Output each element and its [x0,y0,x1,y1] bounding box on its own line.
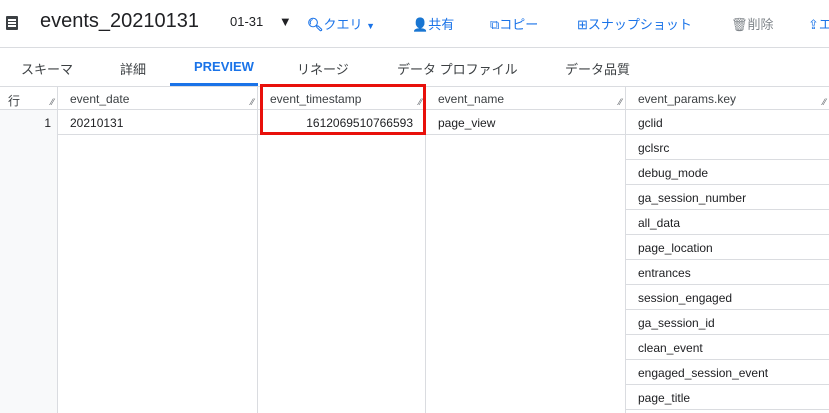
copy-icon: ⧉ [490,17,500,32]
tab-data-quality[interactable]: データ品質 [565,59,630,78]
highlight-box [260,84,426,135]
header-event-name: event_name ⁄⁄ [426,86,625,110]
event-name-column: event_name ⁄⁄ page_view [426,86,626,413]
search-icon: 🔍︎ [307,17,324,32]
cell-event-param-key: clean_event [626,335,829,360]
event-date-column: event_date ⁄⁄ 20210131 [58,86,258,413]
snapshot-button[interactable]: ⊞スナップショット [577,14,692,33]
toolbar: events_20210131 01-31 ▼ 🔍︎クエリ ▼ 👤共有 ⧉コピー… [0,0,829,48]
export-button[interactable]: ⇪エ [808,14,829,33]
copy-button[interactable]: ⧉コピー [490,14,538,33]
cell-event-param-key: gclid [626,110,829,135]
resize-handle-icon[interactable]: ⁄⁄ [619,97,622,107]
copy-label: コピー [499,17,539,32]
export-label: エ [818,17,829,32]
table-title: events_20210131 [40,10,200,32]
share-label: 共有 [428,17,455,32]
query-label: クエリ [323,17,363,32]
cell-event-param-key: session_engaged [626,285,829,310]
tab-schema[interactable]: スキーマ [21,59,73,78]
resize-handle-icon[interactable]: ⁄⁄ [51,97,54,107]
query-button[interactable]: 🔍︎クエリ ▼ [307,14,375,33]
table-icon [6,16,18,30]
date-label: 01-31 [230,14,264,29]
row-number: 1 [44,116,51,130]
cell-event-date: 20210131 [58,110,257,135]
header-label: 行 [8,94,21,108]
cell-event-name: page_view [426,110,625,135]
snapshot-label: スナップショット [587,17,692,32]
event-params-key-column: event_params.key ⁄⁄ gclid gclsrc debug_mode… [626,86,829,413]
resize-handle-icon[interactable]: ⁄⁄ [251,97,254,107]
tab-data-profile[interactable]: データ プロファイル [397,59,518,78]
caret-down-icon: ▼ [366,21,376,31]
tab-details[interactable]: 詳細 [120,59,146,78]
header-label: event_name [438,92,505,106]
trash-icon: 🗑︎ [731,17,748,32]
event-timestamp-column: event_timestamp ⁄⁄ 1612069510766593 [258,86,426,413]
cell-event-param-key: all_data [626,210,829,235]
chevron-down-icon: ▼ [278,14,292,29]
tab-bar: スキーマ 詳細 PREVIEW リネージ データ プロファイル データ品質 [0,48,829,86]
cell-event-param-key: debug_mode [626,160,829,185]
tab-lineage[interactable]: リネージ [297,59,349,78]
snapshot-icon: ⊞ [577,17,588,32]
date-selector[interactable]: 01-31 ▼ [230,14,292,29]
share-button[interactable]: 👤共有 [412,14,454,33]
header-row: 行 ⁄⁄ [0,86,57,110]
resize-handle-icon[interactable]: ⁄⁄ [823,97,826,107]
row-number-column: 行 ⁄⁄ 1 [0,86,58,413]
header-event-date: event_date ⁄⁄ [58,86,257,110]
header-label: event_params.key [638,92,737,106]
cell-event-param-key: gclsrc [626,135,829,160]
cell-event-param-key: page_location [626,235,829,260]
cell-event-param-key: page_title [626,385,829,410]
person-add-icon: 👤 [412,17,429,32]
preview-table: 行 ⁄⁄ 1 event_date ⁄⁄ 20210131 event_timest… [0,86,829,413]
cell-event-param-key: ga_session_id [626,310,829,335]
cell-event-param-key: ga_session_number [626,185,829,210]
header-label: event_date [70,92,130,106]
upload-icon: ⇪ [808,17,819,32]
delete-label: 削除 [747,17,774,32]
delete-button[interactable]: 🗑︎削除 [731,14,774,33]
header-event-params-key: event_params.key ⁄⁄ [626,86,829,110]
tab-preview[interactable]: PREVIEW [194,59,254,74]
cell-event-param-key: entrances [626,260,829,285]
cell-event-param-key: engaged_session_event [626,360,829,385]
